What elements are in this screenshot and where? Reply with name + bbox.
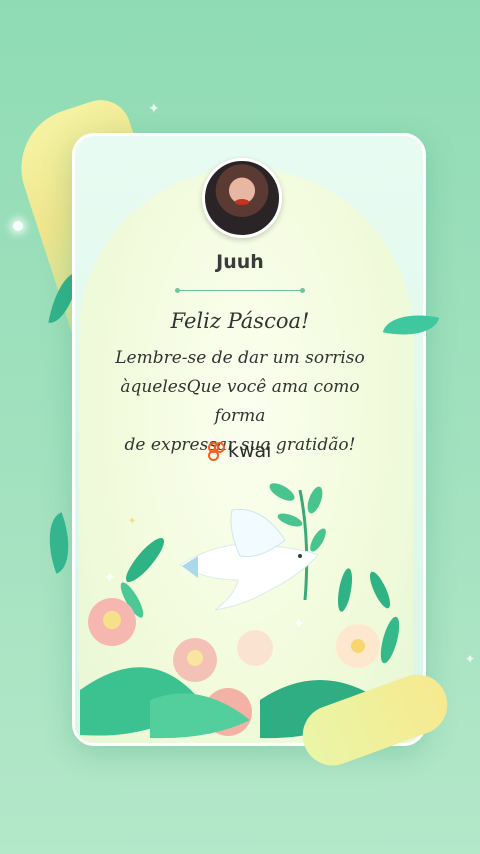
kwai-logo-icon <box>208 442 225 461</box>
kwai-brand[interactable]: kwai <box>208 440 271 462</box>
sparkle-icon: ✦ <box>465 652 476 666</box>
divider <box>175 288 305 293</box>
username: Juuh <box>216 251 264 273</box>
glow-dot <box>13 221 23 231</box>
greeting-title: Feliz Páscoa! <box>170 309 310 333</box>
message-line: Lembre-se de dar um sorriso <box>115 348 365 368</box>
avatar[interactable] <box>202 158 282 238</box>
message-line: àquelesQue você ama como forma <box>120 377 360 426</box>
sparkle-icon: ✦ <box>148 100 160 116</box>
kwai-label: kwai <box>228 440 272 462</box>
